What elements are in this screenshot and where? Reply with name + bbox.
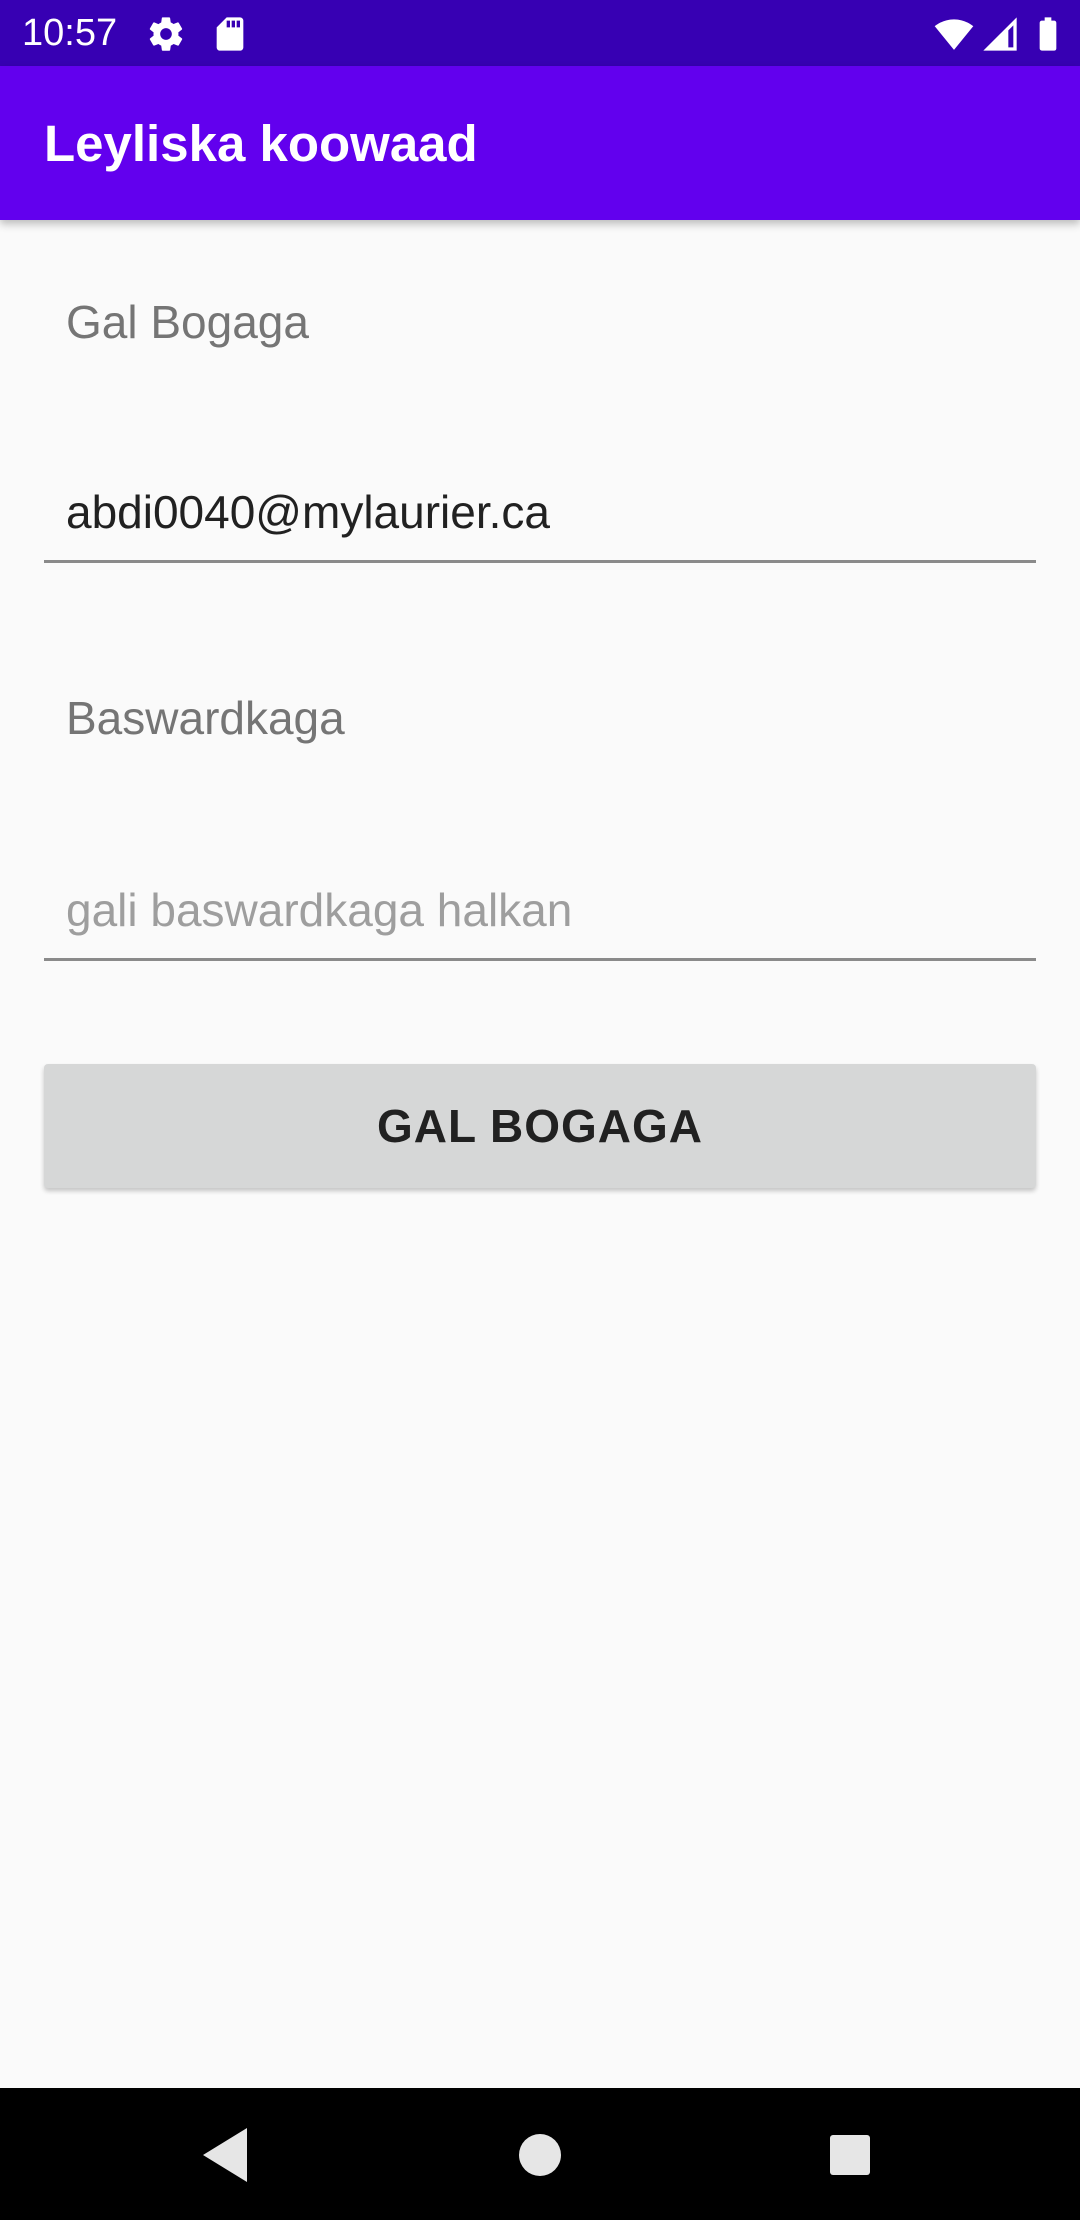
password-field-placeholder: gali baswardkaga halkan	[66, 884, 573, 936]
back-icon[interactable]	[191, 2120, 261, 2190]
app-title: Leyliska koowaad	[44, 115, 478, 172]
settings-icon	[146, 14, 186, 54]
navigation-bar	[0, 2088, 1080, 2220]
email-field[interactable]: abdi0040@mylaurier.ca	[44, 470, 1036, 563]
signal-icon	[980, 14, 1020, 54]
status-bar: 10:57	[0, 0, 1080, 66]
password-label: Baswardkaga	[66, 692, 345, 744]
status-time: 10:57	[22, 12, 118, 54]
login-screen: 10:57 Leyliska koowaad Gal Bogaga abdi00…	[0, 0, 1080, 2220]
login-button[interactable]: GAL BOGAGA	[44, 1064, 1036, 1188]
battery-icon	[1028, 14, 1068, 54]
email-label: Gal Bogaga	[66, 296, 309, 348]
wifi-icon	[934, 14, 974, 54]
email-field-value: abdi0040@mylaurier.ca	[66, 486, 550, 538]
home-icon[interactable]	[505, 2120, 575, 2190]
app-bar: Leyliska koowaad	[0, 66, 1080, 220]
recents-icon[interactable]	[815, 2120, 885, 2190]
sd-card-icon	[210, 14, 250, 54]
password-field[interactable]: gali baswardkaga halkan	[44, 868, 1036, 961]
